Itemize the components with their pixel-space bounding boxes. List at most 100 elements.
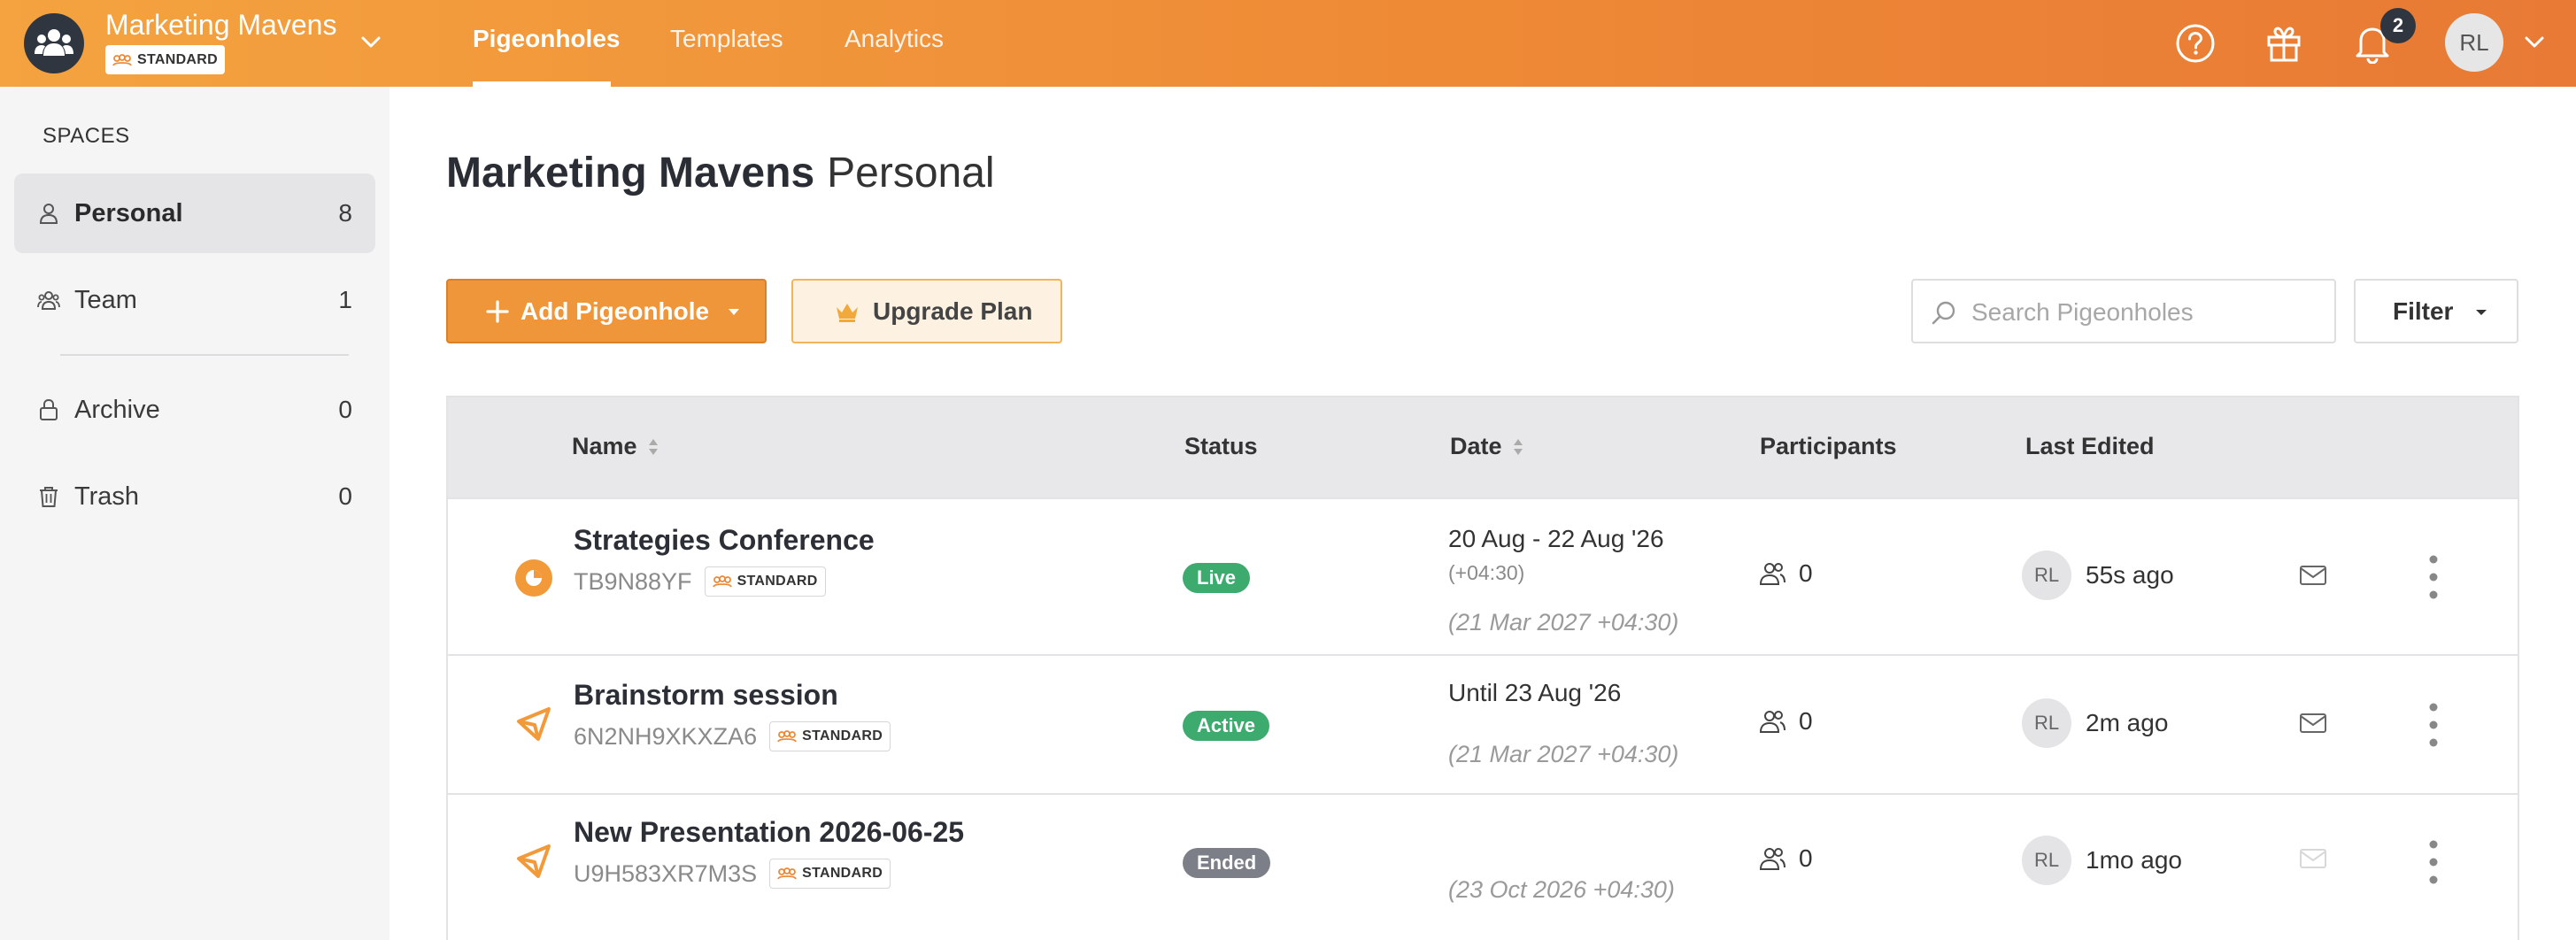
editor-avatar: RL	[2022, 698, 2071, 748]
participant-count: 0	[1758, 844, 1813, 873]
org-name[interactable]: Marketing Mavens	[105, 9, 336, 42]
sidebar-item-count: 0	[338, 482, 352, 510]
help-icon	[2176, 24, 2215, 63]
expiry-date: (21 Mar 2027 +04:30)	[1448, 741, 1679, 767]
sidebar-item-count: 8	[338, 199, 352, 227]
upgrade-plan-button[interactable]: Upgrade Plan	[791, 279, 1062, 343]
plan-icon	[712, 575, 732, 588]
participants-icon	[1759, 563, 1785, 585]
sidebar-item-trash[interactable]: Trash 0	[14, 457, 375, 536]
sidebar-item-label: Personal	[74, 198, 183, 227]
page-title-space: Personal	[827, 150, 995, 196]
add-pigeonhole-label: Add Pigeonhole	[521, 297, 710, 325]
search-input[interactable]	[1971, 293, 2325, 332]
pigeonhole-name[interactable]: New Presentation 2026-06-25	[574, 816, 964, 849]
mail-icon[interactable]	[2298, 563, 2328, 588]
more-options-icon[interactable]	[2427, 554, 2440, 600]
table-row[interactable]: New Presentation 2026-06-25 U9H583XR7M3S…	[448, 793, 2518, 932]
pigeonhole-name[interactable]: Strategies Conference	[574, 524, 875, 557]
pigeonhole-name[interactable]: Brainstorm session	[574, 679, 838, 712]
tab-pigeonholes[interactable]: Pigeonholes	[473, 25, 620, 53]
mail-icon-disabled	[2300, 849, 2326, 868]
filter-button[interactable]: Filter	[2354, 279, 2518, 343]
more-options-icon[interactable]	[2427, 839, 2440, 885]
caret-down-icon	[2476, 310, 2487, 315]
page-title: Marketing Mavens Personal	[446, 149, 995, 197]
session-icon	[517, 844, 551, 878]
last-edited-text: 55s ago	[2086, 561, 2174, 589]
gift-button[interactable]	[2260, 19, 2308, 67]
sidebar-item-personal[interactable]: Personal 8	[14, 173, 375, 253]
pigeonhole-code-text: U9H583XR7M3S	[574, 859, 758, 887]
live-event-icon	[515, 559, 552, 597]
participant-count: 0	[1758, 559, 1813, 588]
pigeonhole-code-text: 6N2NH9XKXZA6	[574, 722, 758, 750]
pigeonholes-table: Name Status Date Participants Last Edite…	[446, 396, 2519, 940]
tab-analytics[interactable]: Analytics	[845, 25, 944, 53]
column-header-participants: Participants	[1760, 433, 1897, 460]
participant-count: 0	[1758, 707, 1813, 736]
column-header-label: Participants	[1760, 433, 1897, 459]
column-header-label: Date	[1450, 433, 1502, 459]
spaces-section-label: SPACES	[42, 124, 130, 148]
table-row[interactable]: Brainstorm session 6N2NH9XKXZA6 STANDARD…	[448, 654, 2518, 793]
group-icon	[35, 29, 73, 56]
column-header-name[interactable]: Name	[572, 433, 660, 460]
plan-badge: STANDARD	[769, 721, 891, 751]
person-icon	[39, 204, 58, 224]
upgrade-plan-label: Upgrade Plan	[873, 297, 1033, 325]
participant-count-text: 0	[1799, 707, 1813, 735]
column-header-label: Name	[572, 433, 637, 459]
plan-badge: STANDARD	[769, 859, 891, 889]
column-header-date[interactable]: Date	[1450, 433, 1525, 460]
search-field[interactable]	[1911, 279, 2336, 343]
status-badge: Live	[1183, 563, 1251, 593]
last-edited-text: 1mo ago	[2086, 846, 2182, 874]
sidebar-item-label: Archive	[74, 395, 160, 424]
archive-icon	[40, 398, 58, 420]
sort-icon	[648, 438, 658, 455]
expiry-date: (21 Mar 2027 +04:30)	[1448, 609, 1679, 636]
pigeonhole-code: U9H583XR7M3S STANDARD	[574, 859, 891, 889]
tab-templates[interactable]: Templates	[670, 25, 783, 53]
last-edited: RL 1mo ago	[2022, 836, 2182, 885]
participants-icon	[1759, 711, 1785, 733]
plan-icon	[777, 730, 797, 743]
chevron-down-icon[interactable]	[356, 27, 386, 57]
plan-badge: STANDARD	[704, 566, 826, 597]
editor-avatar: RL	[2022, 836, 2071, 885]
chevron-down-icon[interactable]	[2519, 27, 2549, 57]
crown-icon	[837, 304, 858, 322]
session-icon	[517, 707, 551, 741]
plan-label: STANDARD	[802, 728, 883, 744]
pigeonhole-code: TB9N88YF STANDARD	[574, 566, 826, 597]
plan-label: STANDARD	[802, 866, 883, 881]
more-options-icon[interactable]	[2427, 702, 2440, 748]
status-badge: Active	[1183, 711, 1270, 741]
active-tab-indicator	[473, 81, 611, 87]
sort-icon	[1513, 438, 1523, 455]
add-pigeonhole-button[interactable]: Add Pigeonhole	[446, 279, 767, 343]
mail-icon[interactable]	[2298, 711, 2328, 736]
caret-down-icon[interactable]	[722, 300, 745, 323]
table-row[interactable]: Strategies Conference TB9N88YF STANDARD …	[448, 497, 2518, 654]
event-date: Until 23 Aug '26	[1448, 679, 1622, 706]
help-button[interactable]	[2171, 19, 2219, 67]
participant-count-text: 0	[1799, 844, 1813, 872]
event-timezone: (+04:30)	[1448, 561, 1525, 584]
last-edited-text: 2m ago	[2086, 709, 2169, 736]
pigeonhole-code-text: TB9N88YF	[574, 567, 692, 595]
team-icon	[37, 291, 60, 310]
trash-icon	[40, 487, 58, 507]
sidebar-item-label: Trash	[74, 482, 140, 511]
sidebar-item-archive[interactable]: Archive 0	[14, 370, 375, 450]
editor-avatar: RL	[2022, 551, 2071, 600]
user-avatar[interactable]: RL	[2445, 13, 2503, 72]
filter-label: Filter	[2393, 297, 2454, 325]
org-plan-label: STANDARD	[137, 51, 218, 67]
event-date: 20 Aug - 22 Aug '26	[1448, 525, 1664, 552]
sidebar: SPACES Personal 8 Team 1 Archive 0 Trash…	[0, 87, 389, 940]
status-badge: Ended	[1183, 848, 1271, 878]
org-avatar[interactable]	[24, 13, 84, 73]
sidebar-item-team[interactable]: Team 1	[14, 260, 375, 340]
